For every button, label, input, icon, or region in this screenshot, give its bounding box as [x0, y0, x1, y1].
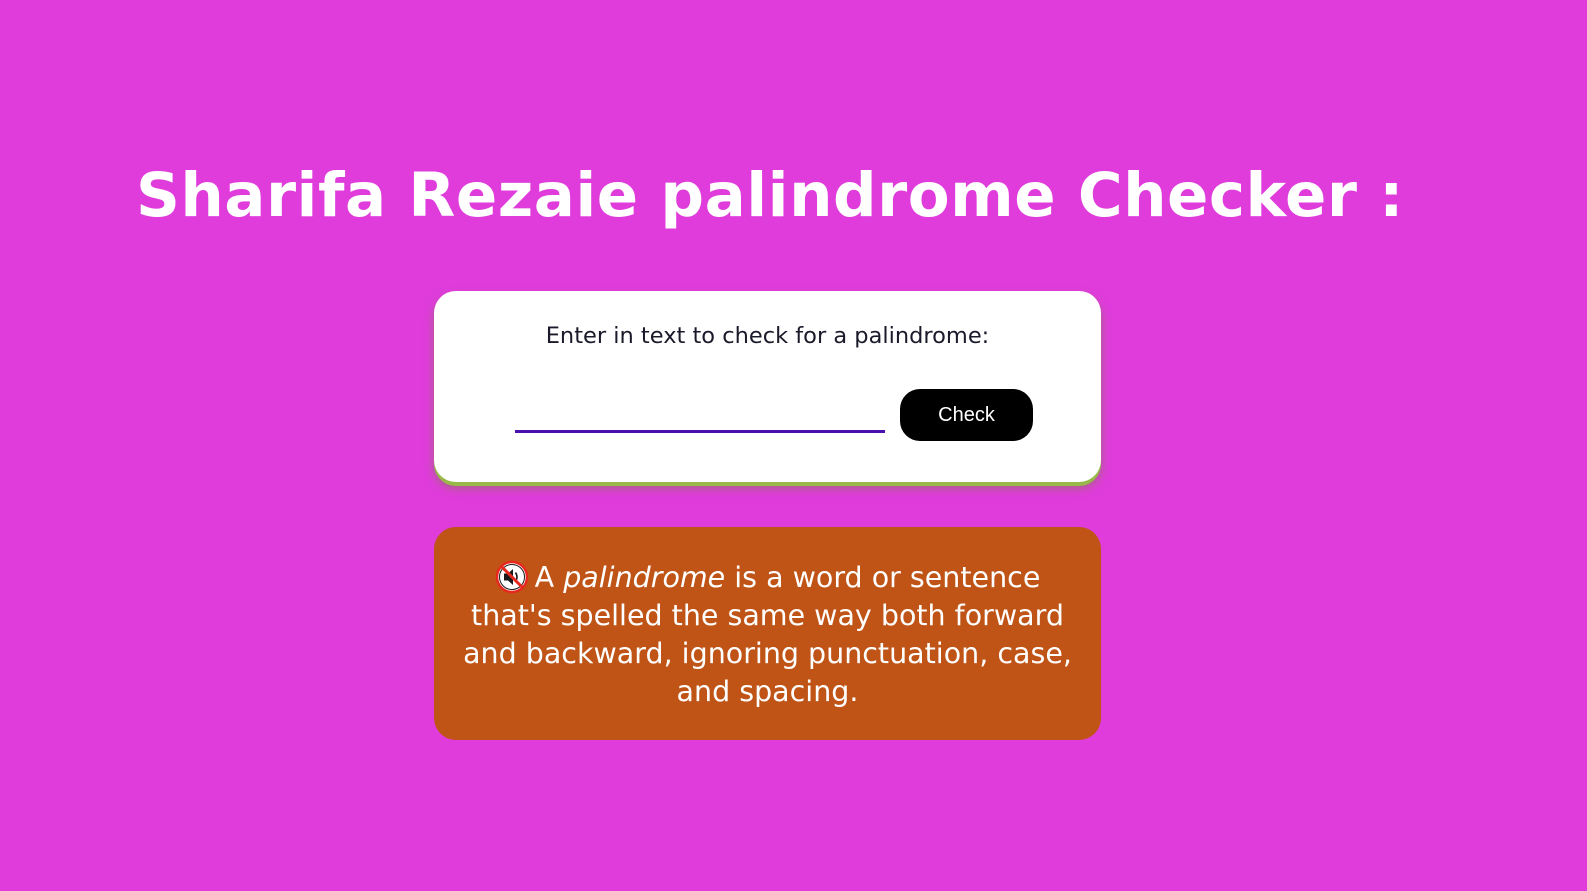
definition-text: A palindrome is a word or sentence that'…	[458, 559, 1077, 711]
text-input[interactable]	[515, 397, 885, 433]
check-button[interactable]: Check	[900, 389, 1033, 441]
definition-term: palindrome	[563, 561, 726, 594]
definition-lead: A	[534, 561, 555, 594]
page-title: Sharifa Rezaie palindrome Checker :	[135, 160, 1405, 231]
muted-speaker-icon	[495, 560, 528, 594]
palindrome-definition-card: A palindrome is a word or sentence that'…	[434, 527, 1101, 740]
input-prompt-label: Enter in text to check for a palindrome:	[545, 323, 990, 349]
palindrome-checker-card: Enter in text to check for a palindrome:…	[434, 291, 1101, 482]
definition-body: is a word or sentence that's spelled the…	[463, 561, 1072, 708]
